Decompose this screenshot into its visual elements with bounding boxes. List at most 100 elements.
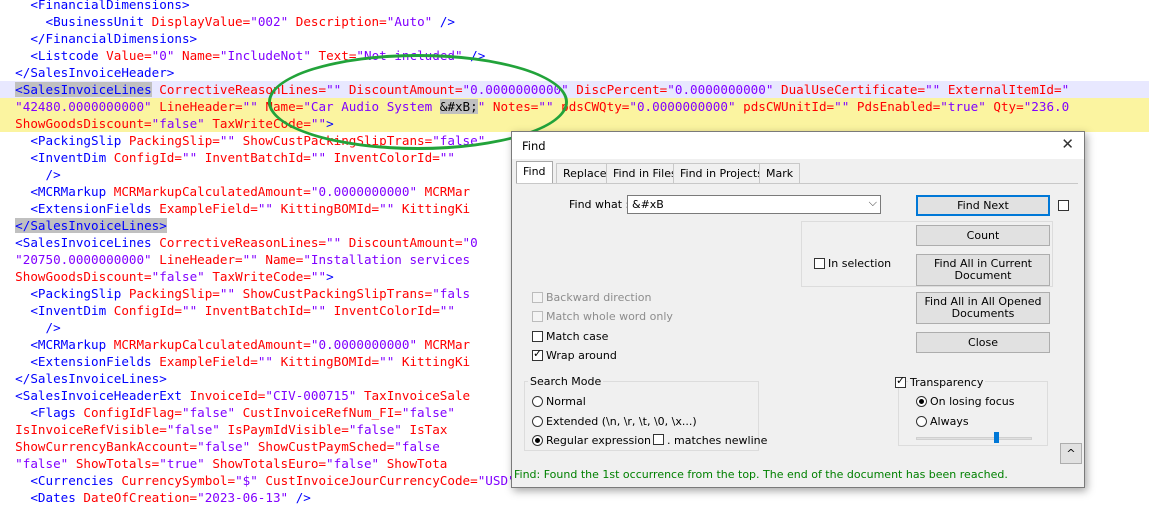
- tab-mark[interactable]: Mark: [759, 163, 801, 184]
- matches-newline-checkbox[interactable]: [653, 434, 664, 445]
- normal-radio[interactable]: [532, 396, 543, 407]
- code-token: "CIV-000715": [265, 388, 364, 403]
- backward-direction-checkbox[interactable]: [532, 292, 543, 303]
- dialog-titlebar[interactable]: Find ✕: [512, 132, 1084, 159]
- code-token: "false": [348, 422, 410, 437]
- code-token: "false": [197, 439, 258, 454]
- code-token: <PackingSlip: [0, 133, 129, 148]
- code-token: "": [257, 201, 281, 216]
- code-token: ": [1061, 82, 1070, 97]
- code-token: "": [310, 150, 334, 165]
- code-token: ExternalItemId=: [947, 82, 1062, 97]
- code-token: <Currencies: [0, 473, 122, 488]
- code-token: MCRMar: [424, 337, 471, 352]
- on-losing-focus-radio[interactable]: [916, 396, 927, 407]
- code-line[interactable]: <BusinessUnit DisplayValue="002" Descrip…: [0, 13, 1149, 30]
- find-all-opened-button[interactable]: Find All in All Opened Documents: [916, 292, 1050, 324]
- code-token: <MCRMarkup: [0, 184, 114, 199]
- code-token: "": [257, 354, 281, 369]
- code-token: TaxWriteCode=: [212, 116, 311, 131]
- code-token: </FinancialDimensions>: [0, 31, 198, 46]
- code-token: "0.0000000000": [310, 184, 425, 199]
- code-line[interactable]: <Listcode Value="0" Name="IncludeNot" Te…: [0, 47, 1149, 64]
- find-next-option-checkbox[interactable]: [1058, 200, 1069, 211]
- find-next-button[interactable]: Find Next: [916, 195, 1050, 216]
- code-token: IsInvoiceRefVisible=: [0, 422, 167, 437]
- code-token: DiscPercent=: [576, 82, 668, 97]
- always-label: Always: [930, 415, 969, 428]
- collapse-button[interactable]: ^: [1060, 443, 1082, 464]
- transparency-slider-track[interactable]: [916, 437, 1032, 440]
- code-token: "": [181, 150, 205, 165]
- close-button[interactable]: Close: [916, 332, 1050, 353]
- code-token: Value=: [106, 48, 152, 63]
- code-token: "": [439, 303, 463, 318]
- regex-radio[interactable]: [532, 435, 543, 446]
- code-token: "": [310, 303, 334, 318]
- find-what-combobox[interactable]: &#xB ⌵: [627, 195, 881, 214]
- code-token: "0.0000000000": [310, 337, 425, 352]
- code-token: &#xB;: [439, 99, 478, 114]
- code-token: "0": [151, 48, 182, 63]
- transparency-slider-thumb[interactable]: [993, 432, 999, 443]
- code-token: <Dates: [0, 490, 84, 505]
- tab-find-in-projects[interactable]: Find in Projects: [673, 163, 770, 184]
- code-token: <PackingSlip: [0, 286, 129, 301]
- in-selection-label: In selection: [828, 257, 892, 270]
- code-line[interactable]: </SalesInvoiceHeader>: [0, 64, 1149, 81]
- chevron-down-icon[interactable]: ⌵: [869, 196, 877, 210]
- find-what-value[interactable]: &#xB: [632, 198, 664, 211]
- code-token: pdsCWQty=: [561, 99, 630, 114]
- code-token: >: [326, 269, 334, 284]
- code-token: IsPaymIdVisible=: [227, 422, 349, 437]
- transparency-label: Transparency: [908, 376, 986, 389]
- extended-radio[interactable]: [532, 416, 543, 427]
- code-token: "": [925, 82, 948, 97]
- code-token: "true": [159, 456, 213, 471]
- wrap-around-checkbox[interactable]: [532, 347, 543, 361]
- code-token: <Flags: [0, 405, 84, 420]
- tab-find[interactable]: Find: [516, 161, 553, 184]
- code-token: <FinancialDimensions>: [0, 0, 190, 12]
- code-token: "": [379, 354, 402, 369]
- search-mode-label: Search Mode: [528, 375, 604, 388]
- code-token: "false": [181, 405, 243, 420]
- always-radio[interactable]: [916, 416, 927, 427]
- code-line[interactable]: <SalesInvoiceLines CorrectiveReasonLines…: [0, 81, 1149, 98]
- code-token: ConfigIdFlag=: [83, 405, 182, 420]
- code-line[interactable]: </FinancialDimensions>: [0, 30, 1149, 47]
- transparency-checkbox[interactable]: [895, 374, 906, 388]
- count-button[interactable]: Count: [916, 225, 1050, 246]
- code-token: TaxInvoiceSale: [363, 388, 471, 403]
- code-line[interactable]: "42480.0000000000" LineHeader="" Name="C…: [0, 98, 1149, 115]
- find-all-current-button[interactable]: Find All in Current Document: [916, 254, 1050, 286]
- code-token: LineHeader=: [159, 99, 243, 114]
- code-token: Description=: [295, 14, 387, 29]
- code-token: ShowTotalsEuro=: [212, 456, 327, 471]
- code-token: "": [219, 286, 243, 301]
- code-token: Text=: [318, 48, 357, 63]
- in-selection-checkbox[interactable]: [814, 258, 825, 269]
- whole-word-checkbox[interactable]: [532, 311, 543, 322]
- code-token: "false: [394, 439, 440, 454]
- code-token: "$": [235, 473, 266, 488]
- code-token: ConfigId=: [113, 303, 182, 318]
- code-token: </SalesInvoiceLines>: [15, 218, 167, 233]
- code-token: ExampleField=: [159, 354, 258, 369]
- code-line[interactable]: ShowGoodsDiscount="false" TaxWriteCode="…: [0, 115, 1149, 132]
- code-token: "false": [0, 456, 76, 471]
- code-token: CorrectiveReasonLines=: [159, 235, 327, 250]
- code-token: DualUseCertificate=: [781, 82, 926, 97]
- code-token: KittingBOMId=: [280, 354, 380, 369]
- tab-replace[interactable]: Replace: [556, 163, 614, 184]
- close-icon[interactable]: ✕: [1061, 135, 1074, 153]
- code-token: "0.0000000000": [462, 82, 577, 97]
- code-token: "false": [326, 456, 387, 471]
- code-line[interactable]: <FinancialDimensions>: [0, 0, 1149, 13]
- code-token: />: [0, 320, 61, 335]
- match-case-checkbox[interactable]: [532, 331, 543, 342]
- code-token: "": [538, 99, 562, 114]
- code-line[interactable]: <Dates DateOfCreation="2023-06-13" />: [0, 489, 1149, 506]
- matches-newline-label: . matches newline: [667, 434, 768, 447]
- code-token: "": [326, 235, 349, 250]
